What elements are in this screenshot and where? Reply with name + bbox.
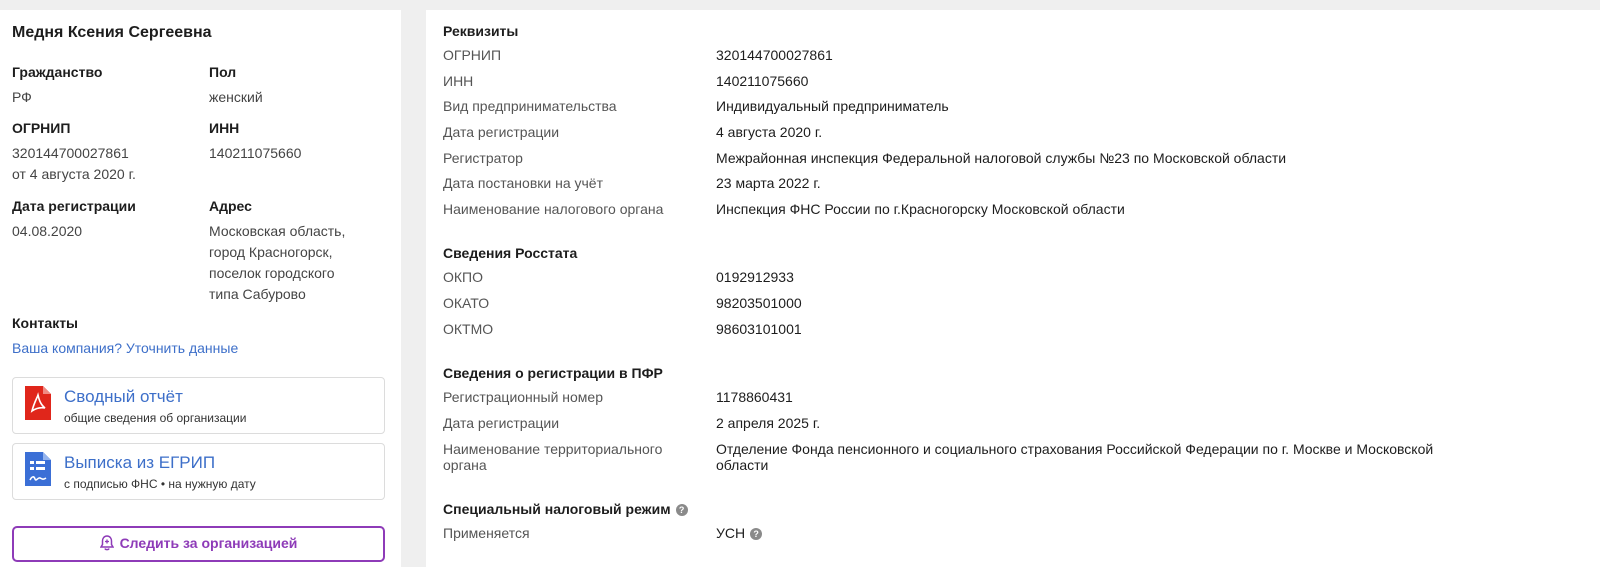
pfr-label: Дата регистрации xyxy=(443,415,560,431)
document-icon xyxy=(25,452,51,486)
egrip-extract-subtitle: с подписью ФНС • на нужную дату xyxy=(64,477,256,491)
pfr-value: Отделение Фонда пенсионного и социальног… xyxy=(716,441,1434,457)
rosstat-value: 98603101001 xyxy=(716,321,802,337)
reg-date-label: Дата регистрации xyxy=(12,198,136,214)
rosstat-title: Сведения Росстата xyxy=(443,245,578,261)
citizenship-value: РФ xyxy=(12,89,32,105)
requisite-value: Индивидуальный предприниматель xyxy=(716,98,949,114)
tax-regime-title-text: Специальный налоговый режим xyxy=(443,501,671,517)
requisite-label: Регистратор xyxy=(443,150,523,166)
reg-date-value: 04.08.2020 xyxy=(12,223,83,239)
bell-icon xyxy=(99,535,114,551)
tax-regime-value: УСН? xyxy=(716,525,763,542)
tax-regime-value-text: УСН xyxy=(716,525,746,541)
citizenship-label: Гражданство xyxy=(12,64,103,80)
rosstat-label: ОКПО xyxy=(443,269,483,285)
ogrnip-value: 320144700027861 xyxy=(12,145,129,161)
pfr-value: области xyxy=(716,457,769,473)
inn-label: ИНН xyxy=(209,120,240,136)
rosstat-label: ОКТМО xyxy=(443,321,494,337)
address-line: Московская область, xyxy=(209,223,346,239)
clarify-data-link[interactable]: Ваша компания? Уточнить данные xyxy=(12,340,238,356)
requisite-value: Межрайонная инспекция Федеральной налого… xyxy=(716,150,1287,166)
pfr-label: Регистрационный номер xyxy=(443,389,603,405)
summary-report-subtitle: общие сведения об организации xyxy=(64,411,247,425)
follow-organization-label: Следить за организацией xyxy=(119,535,298,551)
requisite-label: Наименование налогового органа xyxy=(443,201,664,217)
address-label: Адрес xyxy=(209,198,252,214)
pfr-value: 1178860431 xyxy=(716,389,793,405)
pfr-label: Наименование территориального xyxy=(443,441,663,457)
egrip-extract-title: Выписка из ЕГРИП xyxy=(64,453,216,472)
tax-regime-label: Применяется xyxy=(443,525,530,541)
follow-organization-button[interactable]: Следить за организацией xyxy=(12,526,385,562)
requisite-label: Дата регистрации xyxy=(443,124,560,140)
address-line: типа Сабурово xyxy=(209,286,306,302)
details-card xyxy=(426,10,1600,567)
requisites-title: Реквизиты xyxy=(443,23,519,39)
egrip-extract-card[interactable]: Выписка из ЕГРИП с подписью ФНС • на нуж… xyxy=(12,443,385,500)
address-line: город Красногорск, xyxy=(209,244,333,260)
ogrnip-label: ОГРНИП xyxy=(12,120,71,136)
inn-value: 140211075660 xyxy=(209,145,302,161)
summary-report-card[interactable]: Сводный отчёт общие сведения об организа… xyxy=(12,377,385,434)
rosstat-value: 98203501000 xyxy=(716,295,802,311)
rosstat-value: 0192912933 xyxy=(716,269,794,285)
sex-label: Пол xyxy=(209,64,237,80)
pfr-label: органа xyxy=(443,457,487,473)
contacts-label: Контакты xyxy=(12,315,79,331)
help-icon[interactable]: ? xyxy=(675,504,688,516)
pdf-icon xyxy=(25,386,51,420)
requisite-value: Инспекция ФНС России по г.Красногорску М… xyxy=(716,201,1125,217)
requisite-label: ИНН xyxy=(443,73,474,89)
help-icon[interactable]: ? xyxy=(750,528,763,540)
requisite-value: 140211075660 xyxy=(716,73,809,89)
tax-regime-title: Специальный налоговый режим? xyxy=(443,501,688,517)
requisite-label: Вид предпринимательства xyxy=(443,98,617,114)
person-name: Медня Ксения Сергеевна xyxy=(12,24,212,41)
requisite-value: 23 марта 2022 г. xyxy=(716,175,821,191)
sex-value: женский xyxy=(209,89,263,105)
requisite-label: Дата постановки на учёт xyxy=(443,175,603,191)
requisite-value: 320144700027861 xyxy=(716,47,833,63)
ogrnip-date: от 4 августа 2020 г. xyxy=(12,166,136,182)
rosstat-label: ОКАТО xyxy=(443,295,490,311)
pfr-value: 2 апреля 2025 г. xyxy=(716,415,821,431)
summary-report-title: Сводный отчёт xyxy=(64,387,183,406)
requisite-value: 4 августа 2020 г. xyxy=(716,124,823,140)
address-line: поселок городского xyxy=(209,265,335,281)
pfr-title: Сведения о регистрации в ПФР xyxy=(443,365,663,381)
requisite-label: ОГРНИП xyxy=(443,47,502,63)
